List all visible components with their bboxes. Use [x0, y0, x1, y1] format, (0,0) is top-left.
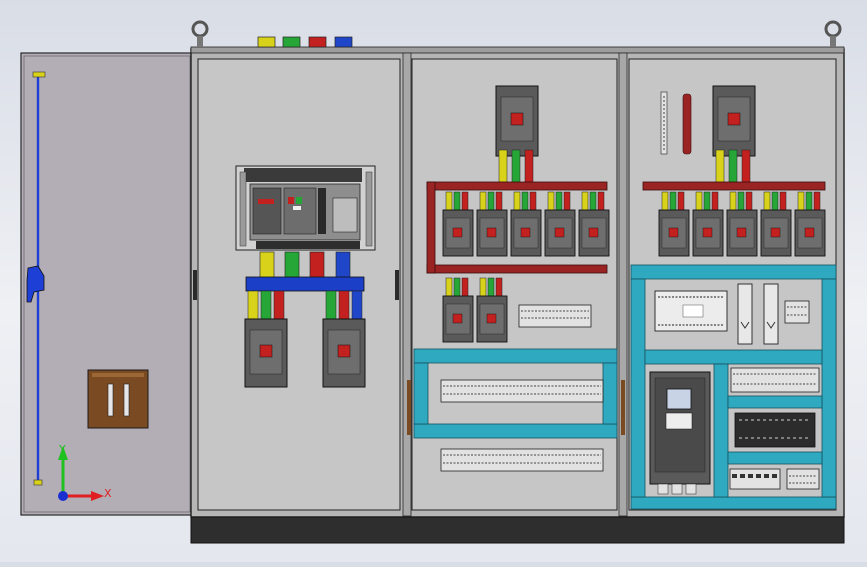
vfd-display [666, 388, 692, 410]
mccb-main-control[interactable] [712, 85, 756, 183]
panel-distribution [407, 58, 625, 511]
vfd-keypad[interactable] [665, 412, 693, 430]
lifting-eye-left [191, 20, 209, 47]
plc-controller[interactable] [654, 290, 728, 332]
electrical-cabinet-drawing: Y X [20, 20, 845, 544]
panel-incoming [193, 58, 401, 511]
molded-case-breakers[interactable] [442, 191, 610, 257]
door-handle[interactable] [87, 369, 149, 429]
door-panel [20, 52, 194, 516]
terminal-block-mid-1 [518, 304, 592, 328]
mccb-main-distribution[interactable] [495, 85, 539, 183]
terminal-block-small [784, 300, 810, 324]
phase-markers [257, 36, 353, 48]
control-branch-breakers[interactable] [658, 191, 826, 257]
power-supply-2[interactable] [763, 283, 779, 345]
phase-marker-blue [334, 36, 353, 48]
air-circuit-breaker[interactable] [235, 165, 376, 251]
phase-marker-green [282, 36, 301, 48]
variable-frequency-drive[interactable] [649, 371, 711, 495]
pe-busbar [682, 93, 692, 155]
phase-marker-yellow [257, 36, 276, 48]
mccb-outgoing-1[interactable] [244, 318, 288, 388]
cabinet-plinth [190, 516, 845, 544]
contactor-row [729, 468, 820, 490]
x-axis-label: X [104, 487, 112, 500]
control-busbar [642, 181, 826, 191]
y-axis-label: Y [58, 443, 66, 456]
lifting-eye-right [824, 20, 842, 47]
z-axis-origin [58, 491, 68, 501]
power-supply-1[interactable] [737, 283, 753, 345]
mccb-outgoing-2[interactable] [322, 318, 366, 388]
phase-marker-red [308, 36, 327, 48]
left-door[interactable] [20, 52, 194, 516]
panel-control [628, 58, 837, 511]
cad-viewport: Y X [0, 0, 867, 562]
